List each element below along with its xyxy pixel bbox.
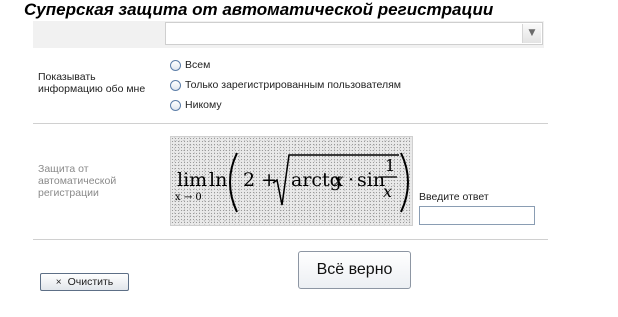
page-title: Суперская защита от автоматической регис…: [24, 0, 494, 19]
formula-lim-sub: x → 0: [175, 192, 202, 203]
top-select[interactable]: ▼: [165, 22, 543, 45]
privacy-label-line1: Показывать: [38, 71, 96, 83]
answer-input[interactable]: [419, 206, 535, 225]
radio-option-nobody[interactable]: Никому: [170, 98, 222, 112]
formula-numerator: 1: [385, 156, 395, 175]
radio-button[interactable]: [170, 79, 181, 91]
formula-lim: lim: [177, 169, 207, 191]
captcha-formula: lim x → 0 ln 2 + arctg x · sin 1 x: [175, 152, 409, 213]
chevron-down-icon[interactable]: ▼: [522, 24, 541, 43]
captcha-label: Защита от автоматической регистрации: [38, 163, 116, 199]
radio-label: Никому: [185, 99, 222, 111]
captcha-label-line1: Защита от: [38, 163, 89, 175]
close-icon: ×: [55, 276, 62, 288]
formula-left-paren: [229, 152, 238, 213]
clear-button[interactable]: × Очистить: [40, 273, 129, 291]
clear-button-label: Очистить: [67, 276, 114, 288]
submit-button[interactable]: Всё верно: [298, 251, 411, 289]
privacy-label-line2: информацию обо мне: [38, 83, 146, 95]
captcha-label-line3: регистрации: [38, 187, 99, 199]
formula-sin: sin: [357, 169, 385, 191]
submit-button-label: Всё верно: [316, 261, 393, 278]
formula-two-plus: 2 +: [243, 169, 277, 191]
section-divider: [33, 239, 548, 240]
formula-right-paren: [400, 152, 409, 213]
radio-option-all[interactable]: Всем: [170, 58, 210, 72]
captcha-label-line2: автоматической: [38, 175, 117, 187]
section-divider: [33, 123, 548, 124]
answer-label: Введите ответ: [419, 191, 489, 203]
formula-ln: ln: [209, 169, 227, 191]
formula-dot: ·: [348, 169, 354, 191]
formula-denominator: x: [383, 182, 392, 201]
radio-button[interactable]: [170, 59, 181, 71]
radio-option-registered[interactable]: Только зарегистрированным пользователям: [170, 78, 401, 92]
radio-label: Всем: [185, 59, 211, 71]
captcha-image: lim x → 0 ln 2 + arctg x · sin 1 x: [170, 136, 413, 226]
radio-label: Только зарегистрированным пользователям: [185, 79, 402, 91]
privacy-label: Показывать информацию обо мне: [38, 71, 145, 95]
formula-var: x: [333, 169, 344, 191]
radio-button[interactable]: [170, 99, 181, 111]
